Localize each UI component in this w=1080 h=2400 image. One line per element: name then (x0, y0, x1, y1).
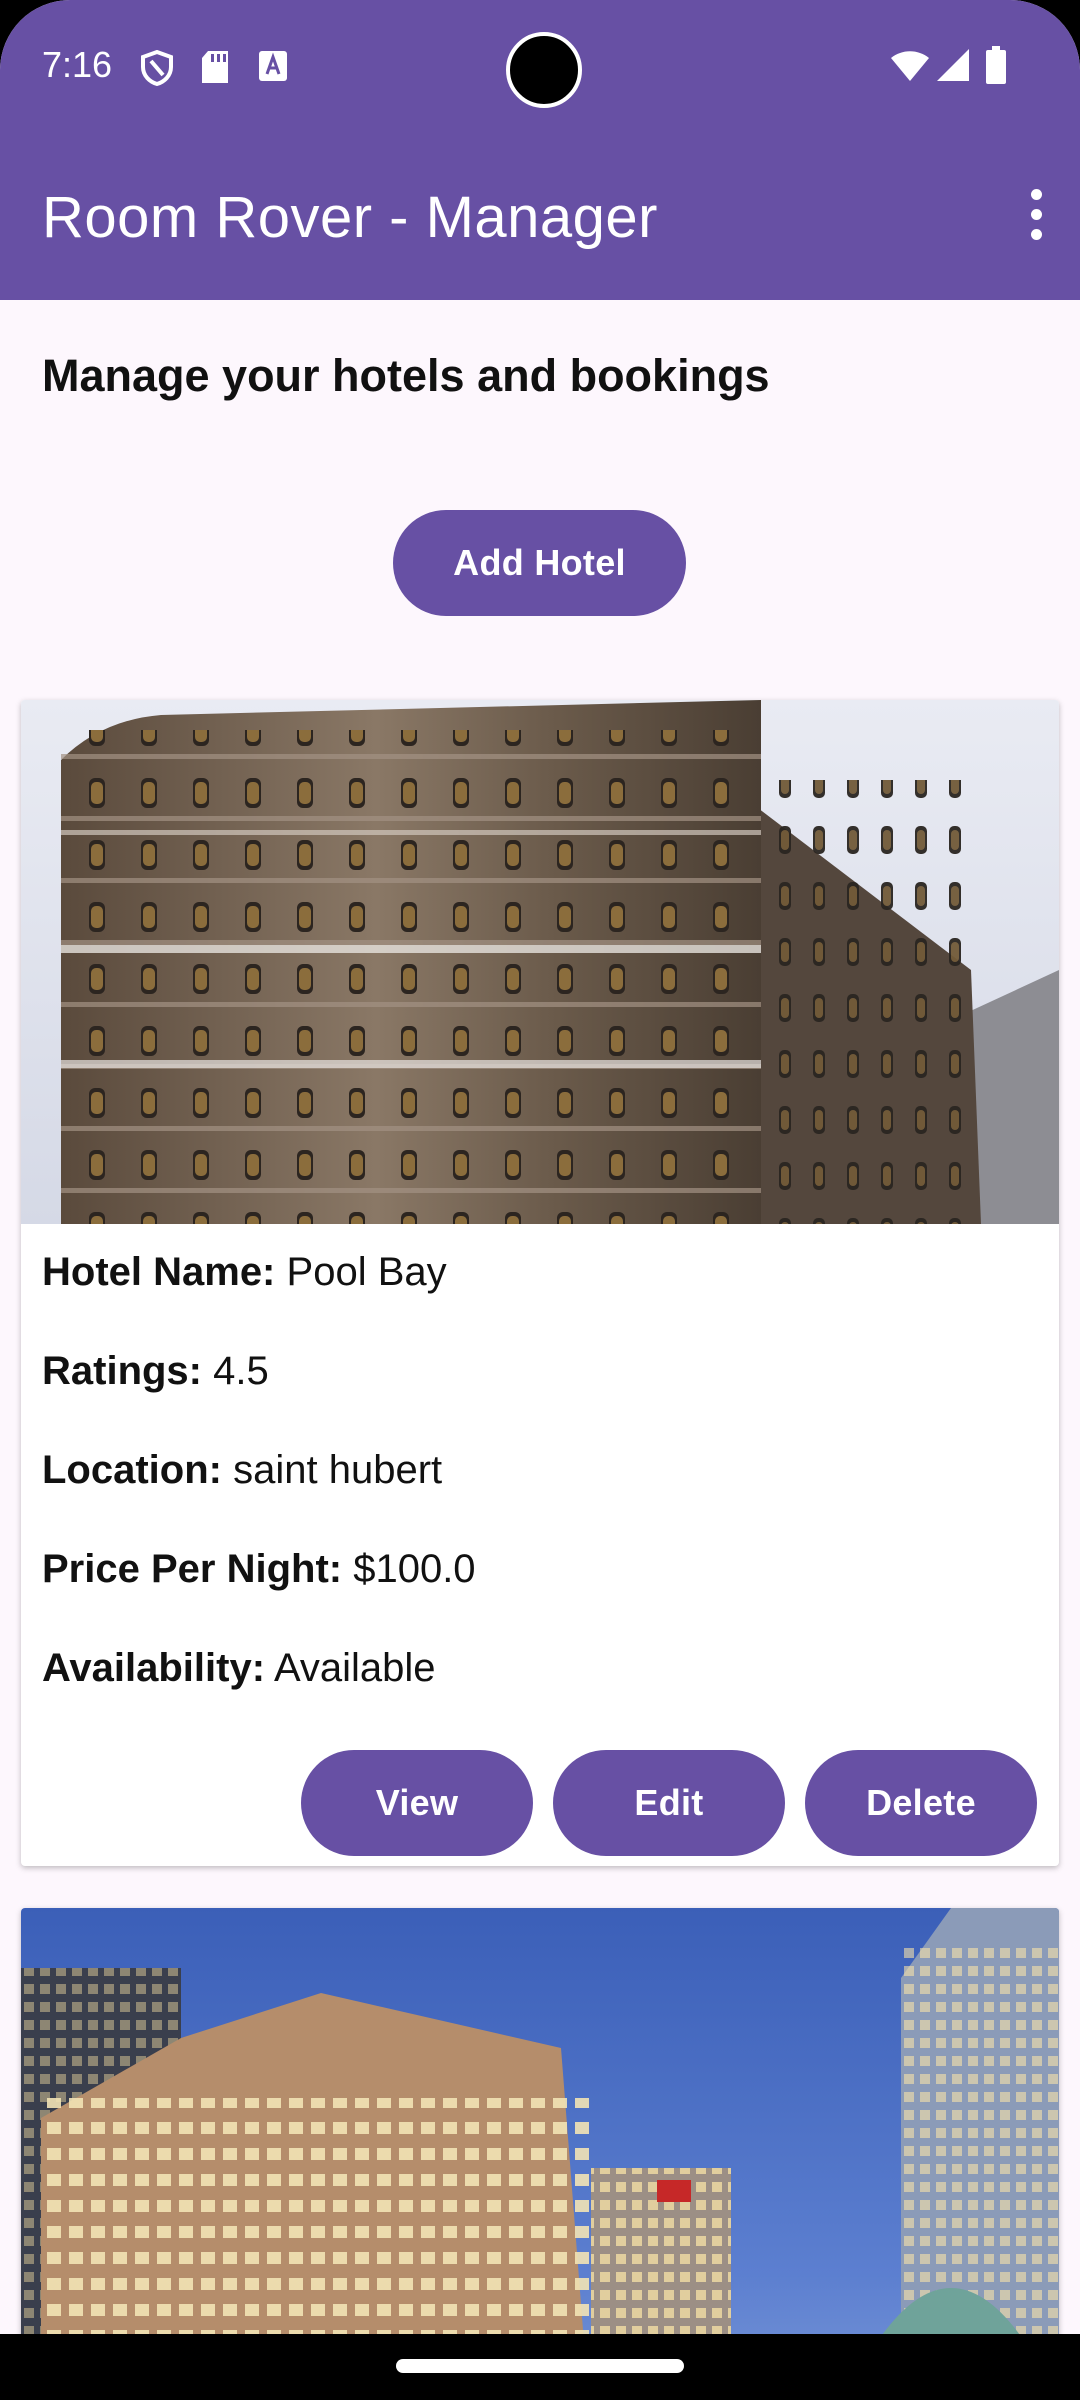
ratings-value: 4.5 (213, 1349, 269, 1393)
location-value: saint hubert (233, 1448, 443, 1492)
delete-button[interactable]: Delete (805, 1750, 1037, 1856)
sd-card-icon (202, 51, 228, 83)
price-label: Price Per Night: (42, 1547, 343, 1591)
home-gesture-handle[interactable] (396, 2359, 684, 2373)
price-value: $100.0 (353, 1547, 476, 1591)
availability-row: Availability: Available (42, 1646, 436, 1691)
app-bar: Room Rover - Manager (0, 132, 1080, 300)
status-time: 7:16 (42, 44, 113, 85)
hotel-image (21, 1908, 1059, 2400)
more-options-icon[interactable] (1006, 176, 1066, 252)
hotel-card: Hotel Name: Pool Bay Ratings: 4.5 Locati… (21, 700, 1059, 1866)
price-row: Price Per Night: $100.0 (42, 1547, 476, 1592)
hotel-name-label: Hotel Name: (42, 1250, 276, 1294)
status-bar: 7:16 (0, 0, 1080, 132)
edit-button[interactable]: Edit (553, 1750, 785, 1856)
signal-icon (937, 49, 969, 81)
availability-label: Availability: (42, 1646, 266, 1690)
hotel-name-value: Pool Bay (286, 1250, 447, 1294)
page-subtitle: Manage your hotels and bookings (42, 350, 770, 401)
hotel-image (21, 700, 1059, 1224)
shield-icon (141, 50, 173, 86)
hotel-card (21, 1908, 1059, 2400)
hotel-name-row: Hotel Name: Pool Bay (42, 1250, 447, 1295)
battery-icon (986, 46, 1006, 84)
view-button[interactable]: View (301, 1750, 533, 1856)
ratings-row: Ratings: 4.5 (42, 1349, 269, 1394)
add-hotel-button[interactable]: Add Hotel (393, 510, 686, 616)
ratings-label: Ratings: (42, 1349, 202, 1393)
phone-screen: 7:16 Room Rover - Manager Manage your ho… (0, 0, 1080, 2400)
accessibility-app-icon (259, 51, 287, 81)
wifi-icon (891, 51, 929, 81)
location-row: Location: saint hubert (42, 1448, 442, 1493)
location-label: Location: (42, 1448, 222, 1492)
availability-value: Available (273, 1646, 436, 1690)
app-title: Room Rover - Manager (42, 185, 658, 250)
front-camera (506, 32, 582, 108)
